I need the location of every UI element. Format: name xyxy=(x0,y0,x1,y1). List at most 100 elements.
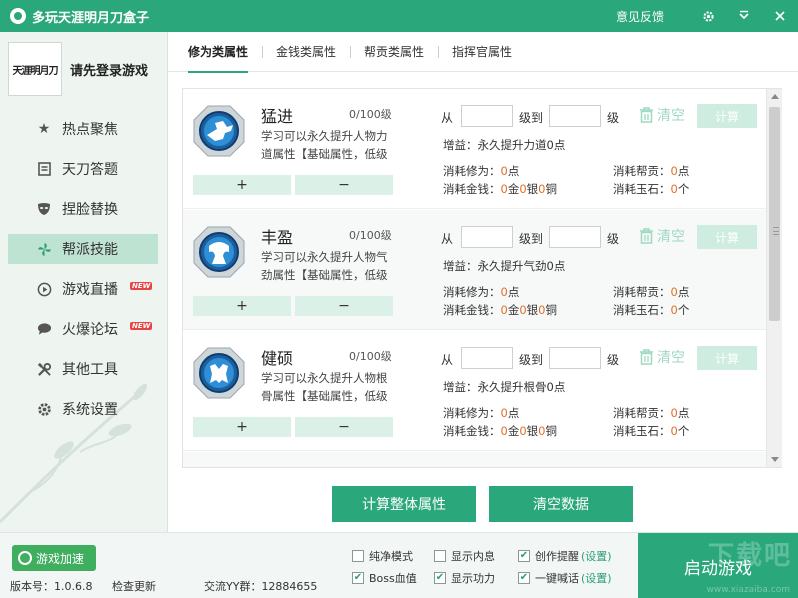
checkbox-label: 显示功力 xyxy=(451,572,495,585)
creation-reminder-settings-link[interactable]: (设置) xyxy=(581,548,612,564)
feedback-link[interactable]: 意见反馈 xyxy=(616,8,664,25)
skill-list: 猛进 0/100级 学习可以永久提升人物力道属性【基础属性，低级 + − 从 级… xyxy=(182,88,782,468)
skill-level: 0/100级 xyxy=(349,108,392,121)
chat-icon xyxy=(36,321,52,337)
skill-card: 丰盈 0/100级 学习可以永久提升人物气劲属性【基础属性，低级 + − 从 级… xyxy=(183,210,767,330)
sidebar-item-face[interactable]: 捏脸替换 xyxy=(0,194,168,224)
sidebar-item-live[interactable]: 游戏直播 NEW xyxy=(0,274,168,304)
tab-commander[interactable]: 指挥官属性 xyxy=(438,32,526,72)
sidebar-item-label: 帮派技能 xyxy=(62,242,118,258)
level-minus-button[interactable]: − xyxy=(295,417,393,437)
sidebar-item-tools[interactable]: 其他工具 xyxy=(0,354,168,384)
clear-button[interactable]: 清空 xyxy=(639,347,685,367)
level-unit-label: 级 xyxy=(607,111,620,125)
clear-label: 清空 xyxy=(657,350,685,366)
show-inner-breath-checkbox[interactable]: 显示内息 xyxy=(434,548,495,564)
attribute-tabs: 修为类属性 金钱类属性 帮贡类属性 指挥官属性 xyxy=(168,32,798,73)
watermark-url: www.xiazaiba.com xyxy=(706,585,790,595)
sidebar-item-quiz[interactable]: 天刀答题 xyxy=(0,154,168,184)
start-game-button[interactable]: 下载吧 www.xiazaiba.com 启动游戏 xyxy=(638,533,798,598)
cost-xiuwei: 消耗修为：0点 xyxy=(443,406,520,420)
clear-button[interactable]: 清空 xyxy=(639,226,685,246)
sidebar-item-hot-news[interactable]: ★ 热点聚焦 xyxy=(0,114,168,144)
gain-text: 增益：永久提升气劲0点 xyxy=(443,259,566,273)
cost-banggong: 消耗帮贡：0点 xyxy=(613,285,690,299)
title-bar-controls: 意见反馈 xyxy=(616,0,798,32)
sidebar-item-forum[interactable]: 火爆论坛 NEW xyxy=(0,314,168,344)
clear-label: 清空 xyxy=(657,229,685,245)
pure-mode-checkbox[interactable]: 纯净模式 xyxy=(352,548,413,564)
level-plus-button[interactable]: + xyxy=(193,296,291,316)
checkbox-box xyxy=(352,550,364,562)
sidebar-item-label: 系统设置 xyxy=(62,402,118,418)
sidebar-item-label: 捏脸替换 xyxy=(62,202,118,218)
login-prompt[interactable]: 请先登录游戏 xyxy=(70,60,148,79)
speedometer-icon xyxy=(18,551,32,565)
sidebar-item-label: 火爆论坛 xyxy=(62,322,118,338)
quick-shout-settings-link[interactable]: (设置) xyxy=(581,570,612,586)
cost-money: 消耗金钱：0金0银0铜 xyxy=(443,424,557,438)
gear-icon[interactable] xyxy=(690,0,726,32)
quick-shout-checkbox[interactable]: ✔ 一键喊话 (设置) xyxy=(518,570,612,586)
sidebar-item-settings[interactable]: 系统设置 xyxy=(0,394,168,424)
cost-xiuwei: 消耗修为：0点 xyxy=(443,164,520,178)
level-minus-button[interactable]: − xyxy=(295,175,393,195)
level-plus-button[interactable]: + xyxy=(193,417,291,437)
from-level-input[interactable] xyxy=(461,226,513,248)
tab-xiuwei[interactable]: 修为类属性 xyxy=(188,32,262,73)
to-level-input[interactable] xyxy=(549,226,601,248)
calc-button[interactable]: 计算 xyxy=(697,346,757,370)
mask-icon xyxy=(36,201,52,217)
window-title: 多玩天涯明月刀盒子 xyxy=(32,10,150,26)
calc-button[interactable]: 计算 xyxy=(697,225,757,249)
gain-text: 增益：永久提升力道0点 xyxy=(443,138,566,152)
skill-list-scrollbar[interactable] xyxy=(766,89,782,467)
yy-group-text: 交流YY群：12884655 xyxy=(204,580,318,593)
avatar[interactable]: 天涯明月刀 xyxy=(8,42,62,96)
skill-description: 学习可以永久提升人物力道属性【基础属性，低级 xyxy=(261,129,388,161)
scroll-up-icon[interactable] xyxy=(771,94,779,99)
clear-button[interactable]: 清空 xyxy=(639,105,685,125)
from-level-input[interactable] xyxy=(461,347,513,369)
checkbox-label: 一键喊话 xyxy=(535,572,579,585)
new-badge: NEW xyxy=(130,282,153,290)
chevron-down-icon[interactable] xyxy=(726,0,762,32)
show-power-checkbox[interactable]: ✔ 显示功力 xyxy=(434,570,495,586)
cost-banggong: 消耗帮贡：0点 xyxy=(613,406,690,420)
check-icon: ✔ xyxy=(518,550,530,562)
calc-button[interactable]: 计算 xyxy=(697,104,757,128)
check-icon: ✔ xyxy=(352,572,364,584)
checkbox-label: 纯净模式 xyxy=(369,550,413,563)
sidebar-item-guild-skills[interactable]: 帮派技能 xyxy=(8,234,158,264)
scroll-down-icon[interactable] xyxy=(771,457,779,462)
calc-all-button[interactable]: 计算整体属性 xyxy=(332,486,476,522)
game-accelerate-button[interactable]: 游戏加速 xyxy=(12,545,96,571)
tab-banggong[interactable]: 帮贡类属性 xyxy=(350,32,438,72)
creation-reminder-checkbox[interactable]: ✔ 创作提醒 (设置) xyxy=(518,548,612,564)
bottom-bar: 游戏加速 版本号：1.0.6.8 检查更新 交流YY群：12884655 纯净模… xyxy=(0,532,798,598)
level-minus-button[interactable]: − xyxy=(295,296,393,316)
level-plus-button[interactable]: + xyxy=(193,175,291,195)
skill-description: 学习可以永久提升人物气劲属性【基础属性，低级 xyxy=(261,250,388,282)
cost-jade: 消耗玉石：0个 xyxy=(613,424,690,438)
to-level-input[interactable] xyxy=(549,105,601,127)
cost-money: 消耗金钱：0金0银0铜 xyxy=(443,182,557,196)
sidebar: 天涯明月刀 请先登录游戏 ★ 热点聚焦 天刀答题 捏脸替换 帮派技能 游戏直播 … xyxy=(0,32,168,532)
close-icon[interactable] xyxy=(762,0,798,32)
gear-icon xyxy=(36,401,52,417)
title-bar: 多玩天涯明月刀盒子 意见反馈 xyxy=(0,0,798,32)
skill-name: 丰盈 xyxy=(261,228,294,247)
tab-money[interactable]: 金钱类属性 xyxy=(262,32,350,72)
version-text: 版本号：1.0.6.8 xyxy=(10,580,93,593)
check-update-link[interactable]: 检查更新 xyxy=(112,578,156,594)
scroll-thumb[interactable] xyxy=(769,107,780,321)
boss-hp-checkbox[interactable]: ✔ Boss血值 xyxy=(352,570,417,586)
skill-emblem-icon xyxy=(193,347,245,399)
clear-data-button[interactable]: 清空数据 xyxy=(489,486,633,522)
play-icon xyxy=(36,281,52,297)
to-level-input[interactable] xyxy=(549,347,601,369)
tools-icon xyxy=(36,361,52,377)
star-icon: ★ xyxy=(37,121,51,137)
from-label: 从 xyxy=(441,232,454,246)
from-level-input[interactable] xyxy=(461,105,513,127)
